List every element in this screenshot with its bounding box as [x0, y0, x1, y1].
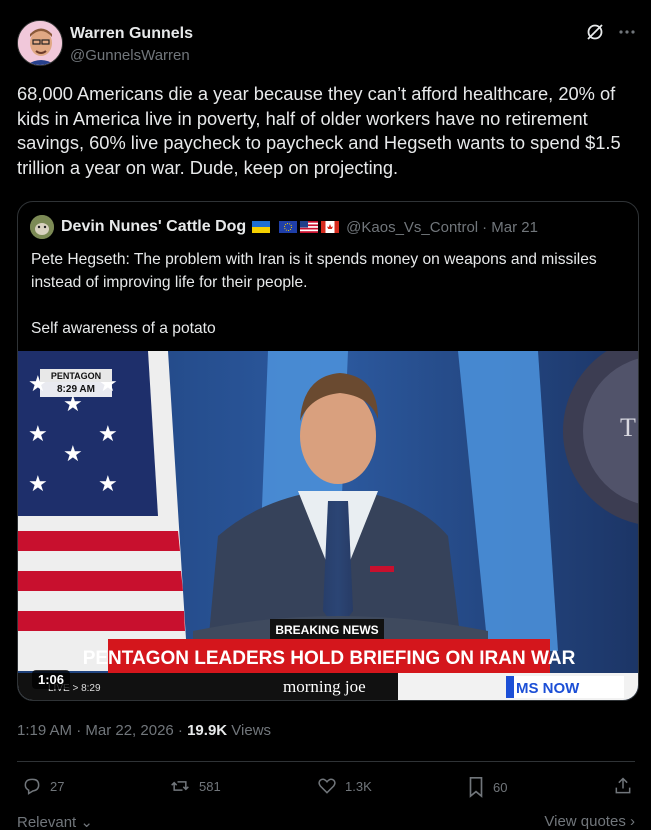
wall-letter: T	[620, 413, 636, 442]
reply-button[interactable]: 27	[22, 776, 64, 796]
action-bar: 27 581 1.3K 60	[17, 776, 635, 802]
svg-text:★: ★	[98, 472, 118, 497]
svg-text:★: ★	[98, 422, 118, 447]
avatar[interactable]	[17, 20, 63, 66]
network-logo: MS NOW	[516, 680, 580, 697]
view-quotes-label: View quotes	[544, 813, 626, 830]
tweet-header: Warren Gunnels @GunnelsWarren	[17, 20, 637, 68]
views-label: Views	[227, 722, 272, 739]
video-player[interactable]: T ★ ★ ★ ★ ★ ★ ★ ★	[18, 351, 638, 700]
repost-button[interactable]: 581	[169, 776, 221, 796]
quote-avatar[interactable]	[30, 215, 54, 239]
svg-text:★: ★	[28, 472, 48, 497]
repost-count: 581	[199, 778, 221, 794]
ukraine-flag-icon	[252, 221, 271, 233]
tweet-timestamp[interactable]: 1:19 AM · Mar 22, 2026 ·	[17, 722, 187, 739]
canada-flag-icon	[321, 221, 340, 233]
video-duration: 1:06	[32, 670, 71, 689]
breaking-news-label: BREAKING NEWS	[275, 623, 378, 637]
author-handle[interactable]: @GunnelsWarren	[70, 47, 190, 64]
pentagon-time: 8:29 AM	[57, 384, 95, 395]
quote-text: Pete Hegseth: The problem with Iran is i…	[31, 251, 597, 337]
tweet-meta: 1:19 AM · Mar 22, 2026 · 19.9K Views	[17, 722, 271, 739]
repost-icon	[171, 781, 189, 791]
like-count: 1.3K	[345, 778, 372, 794]
headline-banner: PENTAGON LEADERS HOLD BRIEFING ON IRAN W…	[83, 648, 576, 669]
share-icon	[615, 777, 631, 794]
video-frame: T ★ ★ ★ ★ ★ ★ ★ ★	[18, 351, 638, 700]
more-icon[interactable]	[617, 22, 637, 42]
show-name: morning joe	[283, 677, 366, 696]
bottom-bar: Relevant ⌄ View quotes ›	[17, 813, 635, 830]
quoted-tweet[interactable]: Devin Nunes' Cattle Dog @Kaos_Vs_Control…	[17, 201, 639, 701]
grok-icon[interactable]	[585, 22, 605, 42]
reply-count: 27	[50, 778, 65, 794]
pentagon-label: PENTAGON	[51, 371, 101, 381]
svg-text:★: ★	[28, 422, 48, 447]
like-button[interactable]: 1.3K	[317, 776, 372, 796]
us-flag-icon	[300, 221, 319, 233]
quote-author-name[interactable]: Devin Nunes' Cattle Dog	[61, 218, 246, 236]
view-quotes-link[interactable]: View quotes ›	[544, 813, 635, 830]
sort-relevant-button[interactable]: Relevant ⌄	[17, 814, 93, 830]
svg-text:★: ★	[63, 442, 83, 467]
divider	[17, 761, 635, 762]
reply-icon	[24, 778, 40, 795]
author-name[interactable]: Warren Gunnels	[70, 25, 193, 43]
bookmark-button[interactable]: 60	[467, 776, 507, 798]
sort-label: Relevant	[17, 814, 77, 830]
chevron-right-icon: ›	[630, 813, 635, 830]
quote-author-handle[interactable]: @Kaos_Vs_Control	[346, 219, 478, 236]
view-count: 19.9K	[187, 722, 228, 739]
bookmark-count: 60	[493, 779, 508, 795]
tweet-text: 68,000 Americans die a year because they…	[17, 83, 626, 178]
share-button[interactable]	[613, 776, 641, 796]
chevron-down-icon: ⌄	[80, 814, 93, 830]
heart-icon	[318, 778, 336, 794]
quote-date[interactable]: · Mar 21	[482, 219, 538, 236]
eu-flag-icon	[279, 221, 298, 233]
bookmark-icon	[469, 777, 483, 798]
